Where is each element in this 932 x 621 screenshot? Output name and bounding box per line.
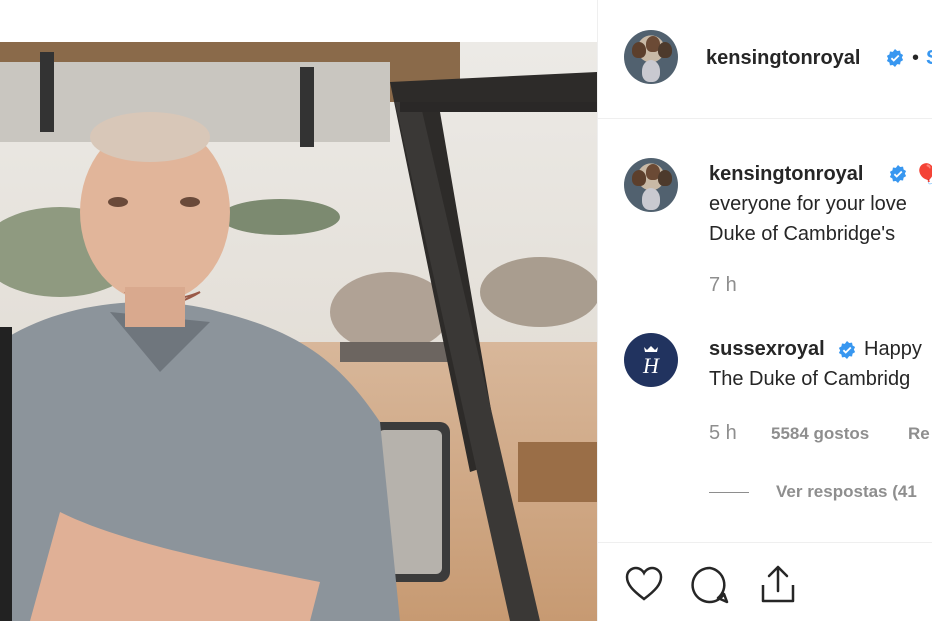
verified-badge-icon xyxy=(886,49,904,67)
post-side-panel: kensingtonroyal • S kensingtonroyal 🎈 ev… xyxy=(598,0,932,621)
reply-button[interactable]: Re xyxy=(908,424,930,444)
comment-likes[interactable]: 5584 gostos xyxy=(771,424,869,444)
svg-text:H: H xyxy=(642,353,660,378)
family-photo-icon[interactable] xyxy=(624,158,678,212)
share-icon[interactable] xyxy=(758,563,798,605)
heart-icon[interactable] xyxy=(624,565,664,603)
post-header: kensingtonroyal • S xyxy=(598,0,932,119)
comment-username[interactable]: kensingtonroyal xyxy=(709,163,863,186)
comment-username[interactable]: sussexroyal xyxy=(709,338,825,361)
comment-text-line: everyone for your love xyxy=(709,193,907,215)
verified-badge-icon xyxy=(889,165,907,183)
comment-text-line: The Duke of Cambridg xyxy=(709,368,911,390)
follow-button[interactable]: S xyxy=(926,47,932,70)
family-photo-icon[interactable] xyxy=(624,30,678,84)
replies-line xyxy=(709,492,749,493)
safari-jeep-photo xyxy=(0,42,597,621)
sussex-monogram-icon[interactable]: H xyxy=(624,333,678,387)
comment-text-line: Duke of Cambridge's xyxy=(709,223,896,245)
header-separator: • xyxy=(912,47,920,69)
comment-time[interactable]: 5 h xyxy=(709,422,737,445)
comment-time[interactable]: 7 h xyxy=(709,274,737,297)
verified-badge-icon xyxy=(838,341,856,359)
comment-icon[interactable] xyxy=(690,565,730,605)
balloon-emoji: 🎈 xyxy=(914,164,932,186)
comment-text-start: Happy xyxy=(864,338,922,360)
header-username[interactable]: kensingtonroyal xyxy=(706,47,860,70)
post-photo[interactable] xyxy=(0,42,597,621)
view-replies-button[interactable]: Ver respostas (41 xyxy=(776,482,917,502)
crown-monogram-icon: H xyxy=(642,346,660,378)
actions-divider xyxy=(598,542,932,543)
